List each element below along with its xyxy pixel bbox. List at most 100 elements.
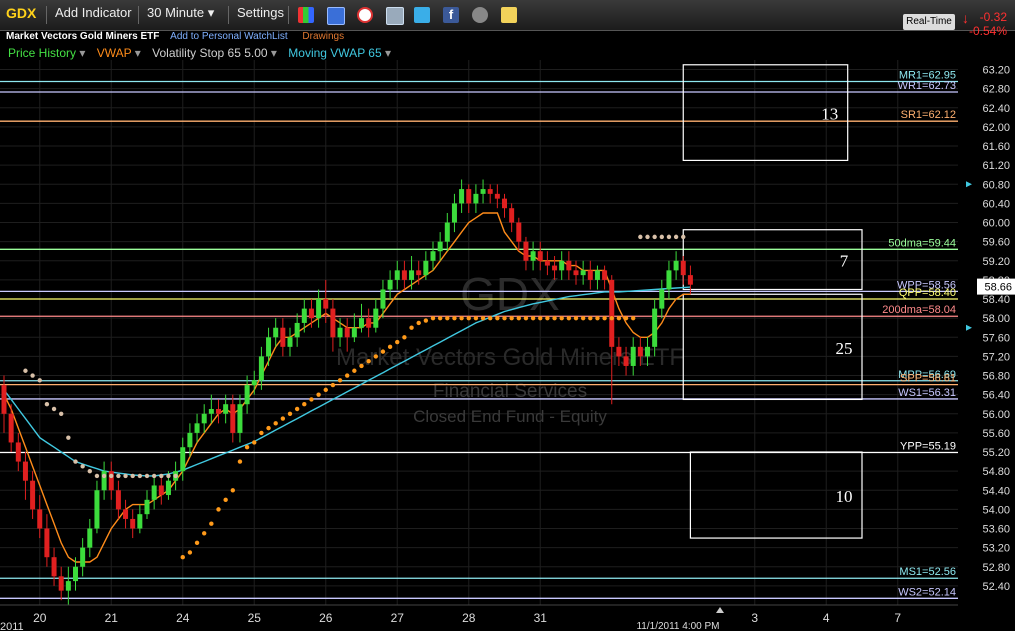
price-tick-label: 60.40	[982, 198, 1010, 210]
x-tick-label: 21	[105, 611, 119, 625]
volatility-stop-dot	[345, 373, 350, 378]
price-tick-label: 52.80	[982, 562, 1010, 574]
x-tick-label: 3	[751, 611, 758, 625]
candle-body	[330, 308, 336, 338]
indicator-moving-vwap[interactable]: Moving VWAP 65 ▾	[288, 46, 391, 60]
last-price-label: 58.66	[984, 282, 1012, 294]
price-tick-label: 59.20	[982, 256, 1010, 268]
watermark-category: Closed End Fund - Equity	[413, 407, 607, 426]
volatility-stop-dot	[473, 315, 479, 321]
volatility-stop-dot	[337, 378, 343, 383]
toolbar-divider	[228, 6, 229, 24]
volatility-stop-dot	[80, 464, 85, 469]
volatility-stop-dot	[252, 440, 257, 445]
volatility-stop-dot	[495, 315, 500, 321]
x-tick-label: 24	[176, 611, 190, 625]
subbar: Market Vectors Gold Miners ETF Add to Pe…	[6, 31, 344, 42]
layers-icon[interactable]	[386, 7, 404, 25]
candle-body	[44, 528, 50, 558]
candle-body	[401, 270, 407, 280]
settings-button[interactable]: Settings	[237, 5, 284, 20]
volatility-stop-dot	[437, 315, 443, 321]
chevron-down-icon: ▾	[207, 5, 215, 20]
x-tick-label: 28	[462, 611, 476, 625]
volatility-stop-dot	[266, 425, 271, 431]
chart-type-icon[interactable]	[298, 7, 314, 23]
volatility-stop-dot	[244, 445, 250, 450]
facebook-icon[interactable]: f	[443, 7, 459, 23]
save-icon[interactable]	[327, 7, 345, 25]
binoculars-icon[interactable]	[472, 7, 488, 23]
volatility-stop-dot	[573, 315, 579, 321]
candle-body	[287, 337, 293, 347]
note-icon[interactable]	[501, 7, 517, 23]
candle-body	[451, 203, 457, 223]
candle-body	[237, 404, 243, 433]
volatility-stop-dot	[66, 435, 71, 440]
candle-body	[130, 518, 136, 529]
price-tick-label: 63.20	[982, 65, 1010, 77]
volatility-stop-dot	[416, 320, 421, 326]
volatility-stop-dot	[101, 473, 107, 479]
candle-body	[165, 480, 171, 496]
candle-body	[544, 260, 550, 266]
candle-body	[137, 514, 143, 529]
volatility-stop-dot	[395, 339, 400, 345]
level-label: QPP=58.40	[899, 287, 956, 299]
price-tick-label: 57.20	[982, 351, 1010, 363]
price-tick-label: 62.80	[982, 84, 1010, 96]
candle-body	[216, 408, 221, 414]
volatility-stop-dot	[237, 459, 243, 464]
volatility-stop-dot	[216, 507, 221, 512]
volatility-stop-dot	[387, 344, 393, 350]
price-chart[interactable]: GDXMarket Vectors Gold Miners ETFFinanci…	[0, 60, 1015, 631]
candle-body	[444, 222, 450, 242]
candle-body	[65, 581, 71, 591]
x-tick-label: 26	[319, 611, 333, 625]
candle-body	[530, 251, 536, 261]
watchlist-link[interactable]: Add to Personal WatchList	[170, 31, 287, 42]
indicator-vwap[interactable]: VWAP ▾	[97, 46, 141, 60]
annotation-box	[682, 229, 863, 291]
candle-body	[687, 275, 693, 285]
candle-body	[280, 327, 286, 347]
toolbar-divider	[46, 6, 47, 24]
add-indicator-button[interactable]: Add Indicator	[55, 5, 132, 20]
volatility-stop-dot	[609, 315, 614, 321]
candle-body	[180, 447, 186, 472]
chevron-down-icon: ▾	[270, 46, 277, 60]
candle-body	[559, 260, 565, 271]
interval-select[interactable]: 30 Minute ▾	[147, 5, 214, 21]
price-tick-label: 57.60	[982, 332, 1010, 344]
volatility-stop-dot	[645, 234, 650, 240]
indicator-volatility-stop[interactable]: Volatility Stop 65 5.00 ▾	[152, 46, 277, 60]
volatility-stop-dot	[631, 315, 636, 321]
volatility-stop-dot	[137, 473, 143, 479]
symbol-label[interactable]: GDX	[6, 5, 36, 21]
volatility-stop-dot	[109, 473, 114, 479]
volatility-stop-dot	[502, 315, 507, 321]
volatility-stop-dot	[545, 315, 550, 321]
candle-body	[409, 270, 415, 280]
candle-body	[666, 270, 672, 290]
drawings-link[interactable]: Drawings	[302, 31, 344, 42]
price-tick-label: 56.00	[982, 409, 1010, 421]
candle-body	[144, 499, 150, 515]
candle-body	[30, 480, 36, 510]
candle-body	[351, 327, 357, 338]
candle-body	[266, 337, 272, 357]
candle-body	[80, 547, 86, 567]
volatility-stop-dot	[173, 473, 178, 479]
chevron-down-icon: ▾	[385, 46, 392, 60]
volatility-stop-dot	[559, 315, 564, 321]
price-tick-label: 55.60	[982, 428, 1010, 440]
candle-body	[680, 260, 686, 276]
indicator-price-history[interactable]: Price History ▾	[8, 46, 85, 60]
candle-body	[301, 308, 307, 323]
twitter-icon[interactable]	[414, 7, 430, 23]
candle-body	[623, 356, 629, 366]
clock-icon[interactable]	[357, 7, 373, 23]
candle-body	[573, 270, 579, 276]
volatility-stop-dot	[516, 315, 521, 321]
candle-body	[22, 461, 28, 481]
